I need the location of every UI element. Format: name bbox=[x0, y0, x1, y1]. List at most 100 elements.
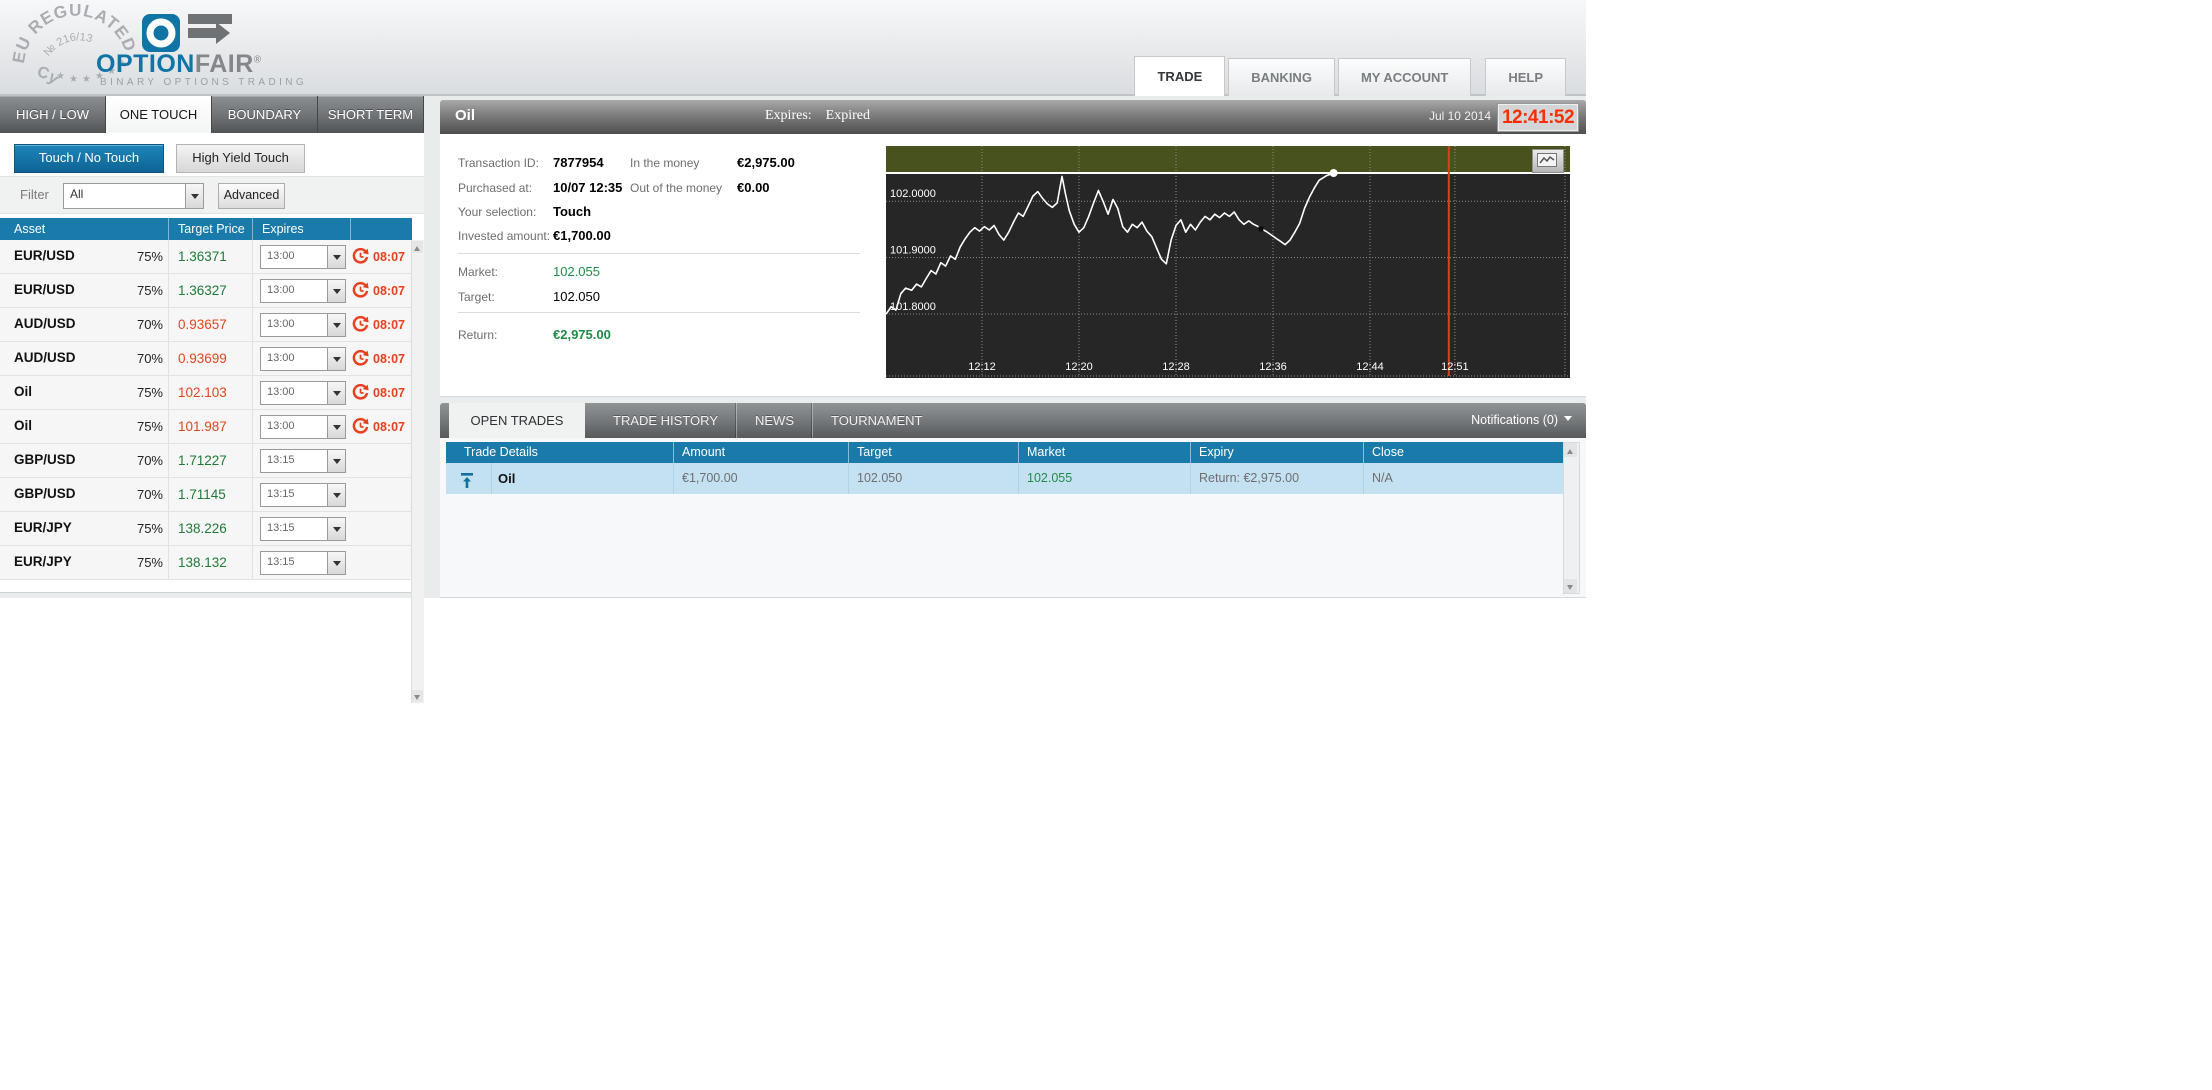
nav-tab-my-account[interactable]: MY ACCOUNT bbox=[1337, 58, 1472, 96]
asset-target-price: 1.71227 bbox=[178, 453, 227, 468]
chevron-down-icon[interactable] bbox=[327, 450, 345, 472]
asset-row[interactable]: AUD/USD 70% 0.93699 13:00 08:07 bbox=[0, 342, 412, 376]
countdown-clock-icon bbox=[352, 417, 369, 435]
scroll-up-button[interactable] bbox=[412, 241, 423, 253]
target-value: 102.050 bbox=[553, 289, 600, 304]
chevron-down-icon[interactable] bbox=[327, 246, 345, 268]
chevron-down-icon[interactable] bbox=[327, 348, 345, 370]
transaction-id-value: 7877954 bbox=[553, 155, 604, 170]
asset-list-scrollbar[interactable] bbox=[411, 240, 424, 703]
filter-select[interactable]: All bbox=[63, 183, 204, 209]
asset-row[interactable]: EUR/USD 75% 1.36327 13:00 08:07 bbox=[0, 274, 412, 308]
col-asset: Asset bbox=[14, 222, 46, 236]
tab-high-low[interactable]: HIGH / LOW bbox=[0, 96, 106, 133]
asset-row[interactable]: EUR/USD 75% 1.36371 13:00 08:07 bbox=[0, 240, 412, 274]
chart-type-button[interactable] bbox=[1532, 149, 1564, 173]
asset-panel: Touch / No Touch High Yield Touch Filter… bbox=[0, 133, 424, 703]
filter-bar: Filter All Advanced bbox=[0, 176, 424, 214]
expiry-select[interactable]: 13:15 bbox=[260, 517, 346, 541]
scroll-up-button[interactable] bbox=[1564, 443, 1577, 457]
chevron-down-icon[interactable] bbox=[327, 416, 345, 438]
trade-target: 102.050 bbox=[848, 463, 1018, 494]
svg-text:102.0000: 102.0000 bbox=[890, 188, 936, 200]
svg-text:12:12: 12:12 bbox=[968, 361, 996, 373]
col-expiry: Expiry bbox=[1190, 442, 1363, 463]
asset-name: AUD/USD bbox=[14, 316, 76, 331]
nav-tab-trade[interactable]: TRADE bbox=[1134, 56, 1226, 96]
countdown-time: 08:07 bbox=[373, 420, 405, 434]
purchased-at-label: Purchased at: bbox=[458, 181, 533, 195]
expiry-select-value: 13:00 bbox=[267, 250, 295, 262]
asset-name: GBP/USD bbox=[14, 486, 76, 501]
countdown-time: 08:07 bbox=[373, 386, 405, 400]
expiry-select[interactable]: 13:00 bbox=[260, 245, 346, 269]
svg-text:12:20: 12:20 bbox=[1065, 361, 1093, 373]
trade-asset: Oil bbox=[498, 471, 516, 486]
expiry-select[interactable]: 13:15 bbox=[260, 551, 346, 575]
trade-close: N/A bbox=[1363, 463, 1564, 494]
expiry-select[interactable]: 13:15 bbox=[260, 449, 346, 473]
asset-payout: 70% bbox=[136, 453, 163, 468]
asset-target-price: 1.36371 bbox=[178, 249, 227, 264]
asset-table-header: Asset Target Price Expires bbox=[0, 218, 412, 240]
touch-no-touch-button[interactable]: Touch / No Touch bbox=[14, 144, 164, 173]
asset-payout: 75% bbox=[136, 555, 163, 570]
trades-scrollbar[interactable] bbox=[1563, 442, 1580, 594]
asset-payout: 70% bbox=[136, 487, 163, 502]
asset-row[interactable]: GBP/USD 70% 1.71227 13:15 bbox=[0, 444, 412, 478]
tab-boundary[interactable]: BOUNDARY bbox=[212, 96, 318, 133]
optionfair-app: EU REGULATED № 216/13 CySEC ★★★ ★★★ OPTI bbox=[0, 0, 1586, 703]
asset-row[interactable]: EUR/JPY 75% 138.132 13:15 bbox=[0, 546, 412, 580]
trade-amount: €1,700.00 bbox=[673, 463, 848, 494]
asset-row[interactable]: GBP/USD 70% 1.71145 13:15 bbox=[0, 478, 412, 512]
asset-row[interactable]: EUR/JPY 75% 138.226 13:15 bbox=[0, 512, 412, 546]
tab-open-trades[interactable]: OPEN TRADES bbox=[449, 403, 585, 438]
expiry-select[interactable]: 13:00 bbox=[260, 415, 346, 439]
asset-row[interactable]: Oil 75% 101.987 13:00 08:07 bbox=[0, 410, 412, 444]
trade-row[interactable]: Oil €1,700.00 102.050 102.055 Return: €2,975… bbox=[446, 463, 1564, 494]
expiry-select[interactable]: 13:15 bbox=[260, 483, 346, 507]
tab-short-term[interactable]: SHORT TERM bbox=[318, 96, 424, 133]
expiry-select-value: 13:15 bbox=[267, 454, 295, 466]
expiry-select-value: 13:15 bbox=[267, 556, 295, 568]
return-value: €2,975.00 bbox=[553, 327, 611, 342]
asset-row[interactable]: Oil 75% 102.103 13:00 08:07 bbox=[0, 376, 412, 410]
chevron-down-icon bbox=[1564, 416, 1572, 425]
nav-tab-banking[interactable]: BANKING bbox=[1228, 58, 1335, 96]
chevron-down-icon[interactable] bbox=[185, 184, 203, 208]
tab-tournament[interactable]: TOURNAMENT bbox=[813, 403, 940, 438]
tab-one-touch[interactable]: ONE TOUCH bbox=[106, 96, 212, 133]
divider bbox=[458, 253, 860, 254]
nav-tab-help[interactable]: HELP bbox=[1485, 58, 1566, 96]
countdown-time: 08:07 bbox=[373, 318, 405, 332]
invested-value: €1,700.00 bbox=[553, 228, 611, 243]
col-trade-details: Trade Details bbox=[464, 445, 538, 459]
chevron-down-icon[interactable] bbox=[327, 552, 345, 574]
chevron-down-icon[interactable] bbox=[327, 518, 345, 540]
asset-name: GBP/USD bbox=[14, 452, 76, 467]
expiry-select[interactable]: 13:00 bbox=[260, 279, 346, 303]
high-yield-touch-button[interactable]: High Yield Touch bbox=[176, 144, 305, 173]
chevron-down-icon[interactable] bbox=[327, 382, 345, 404]
filter-select-value: All bbox=[70, 187, 84, 201]
asset-row[interactable]: AUD/USD 70% 0.93657 13:00 08:07 bbox=[0, 308, 412, 342]
expiry-select[interactable]: 13:00 bbox=[260, 347, 346, 371]
chevron-down-icon[interactable] bbox=[327, 280, 345, 302]
chevron-down-icon[interactable] bbox=[327, 314, 345, 336]
expiry-select-value: 13:00 bbox=[267, 352, 295, 364]
svg-text:12:51: 12:51 bbox=[1441, 361, 1469, 373]
scroll-down-button[interactable] bbox=[412, 690, 423, 702]
expiry-select[interactable]: 13:00 bbox=[260, 313, 346, 337]
tab-news[interactable]: NEWS bbox=[737, 403, 812, 438]
expiry-select[interactable]: 13:00 bbox=[260, 381, 346, 405]
scroll-down-button[interactable] bbox=[1564, 579, 1577, 593]
countdown-time: 08:07 bbox=[373, 250, 405, 264]
notifications-dropdown[interactable]: Notifications (0) bbox=[1471, 403, 1572, 438]
col-expires: Expires bbox=[262, 222, 304, 236]
asset-payout: 75% bbox=[136, 419, 163, 434]
svg-text:12:44: 12:44 bbox=[1356, 361, 1384, 373]
advanced-button[interactable]: Advanced bbox=[218, 183, 285, 209]
chevron-down-icon[interactable] bbox=[327, 484, 345, 506]
asset-name: EUR/USD bbox=[14, 282, 75, 297]
tab-trade-history[interactable]: TRADE HISTORY bbox=[595, 403, 736, 438]
